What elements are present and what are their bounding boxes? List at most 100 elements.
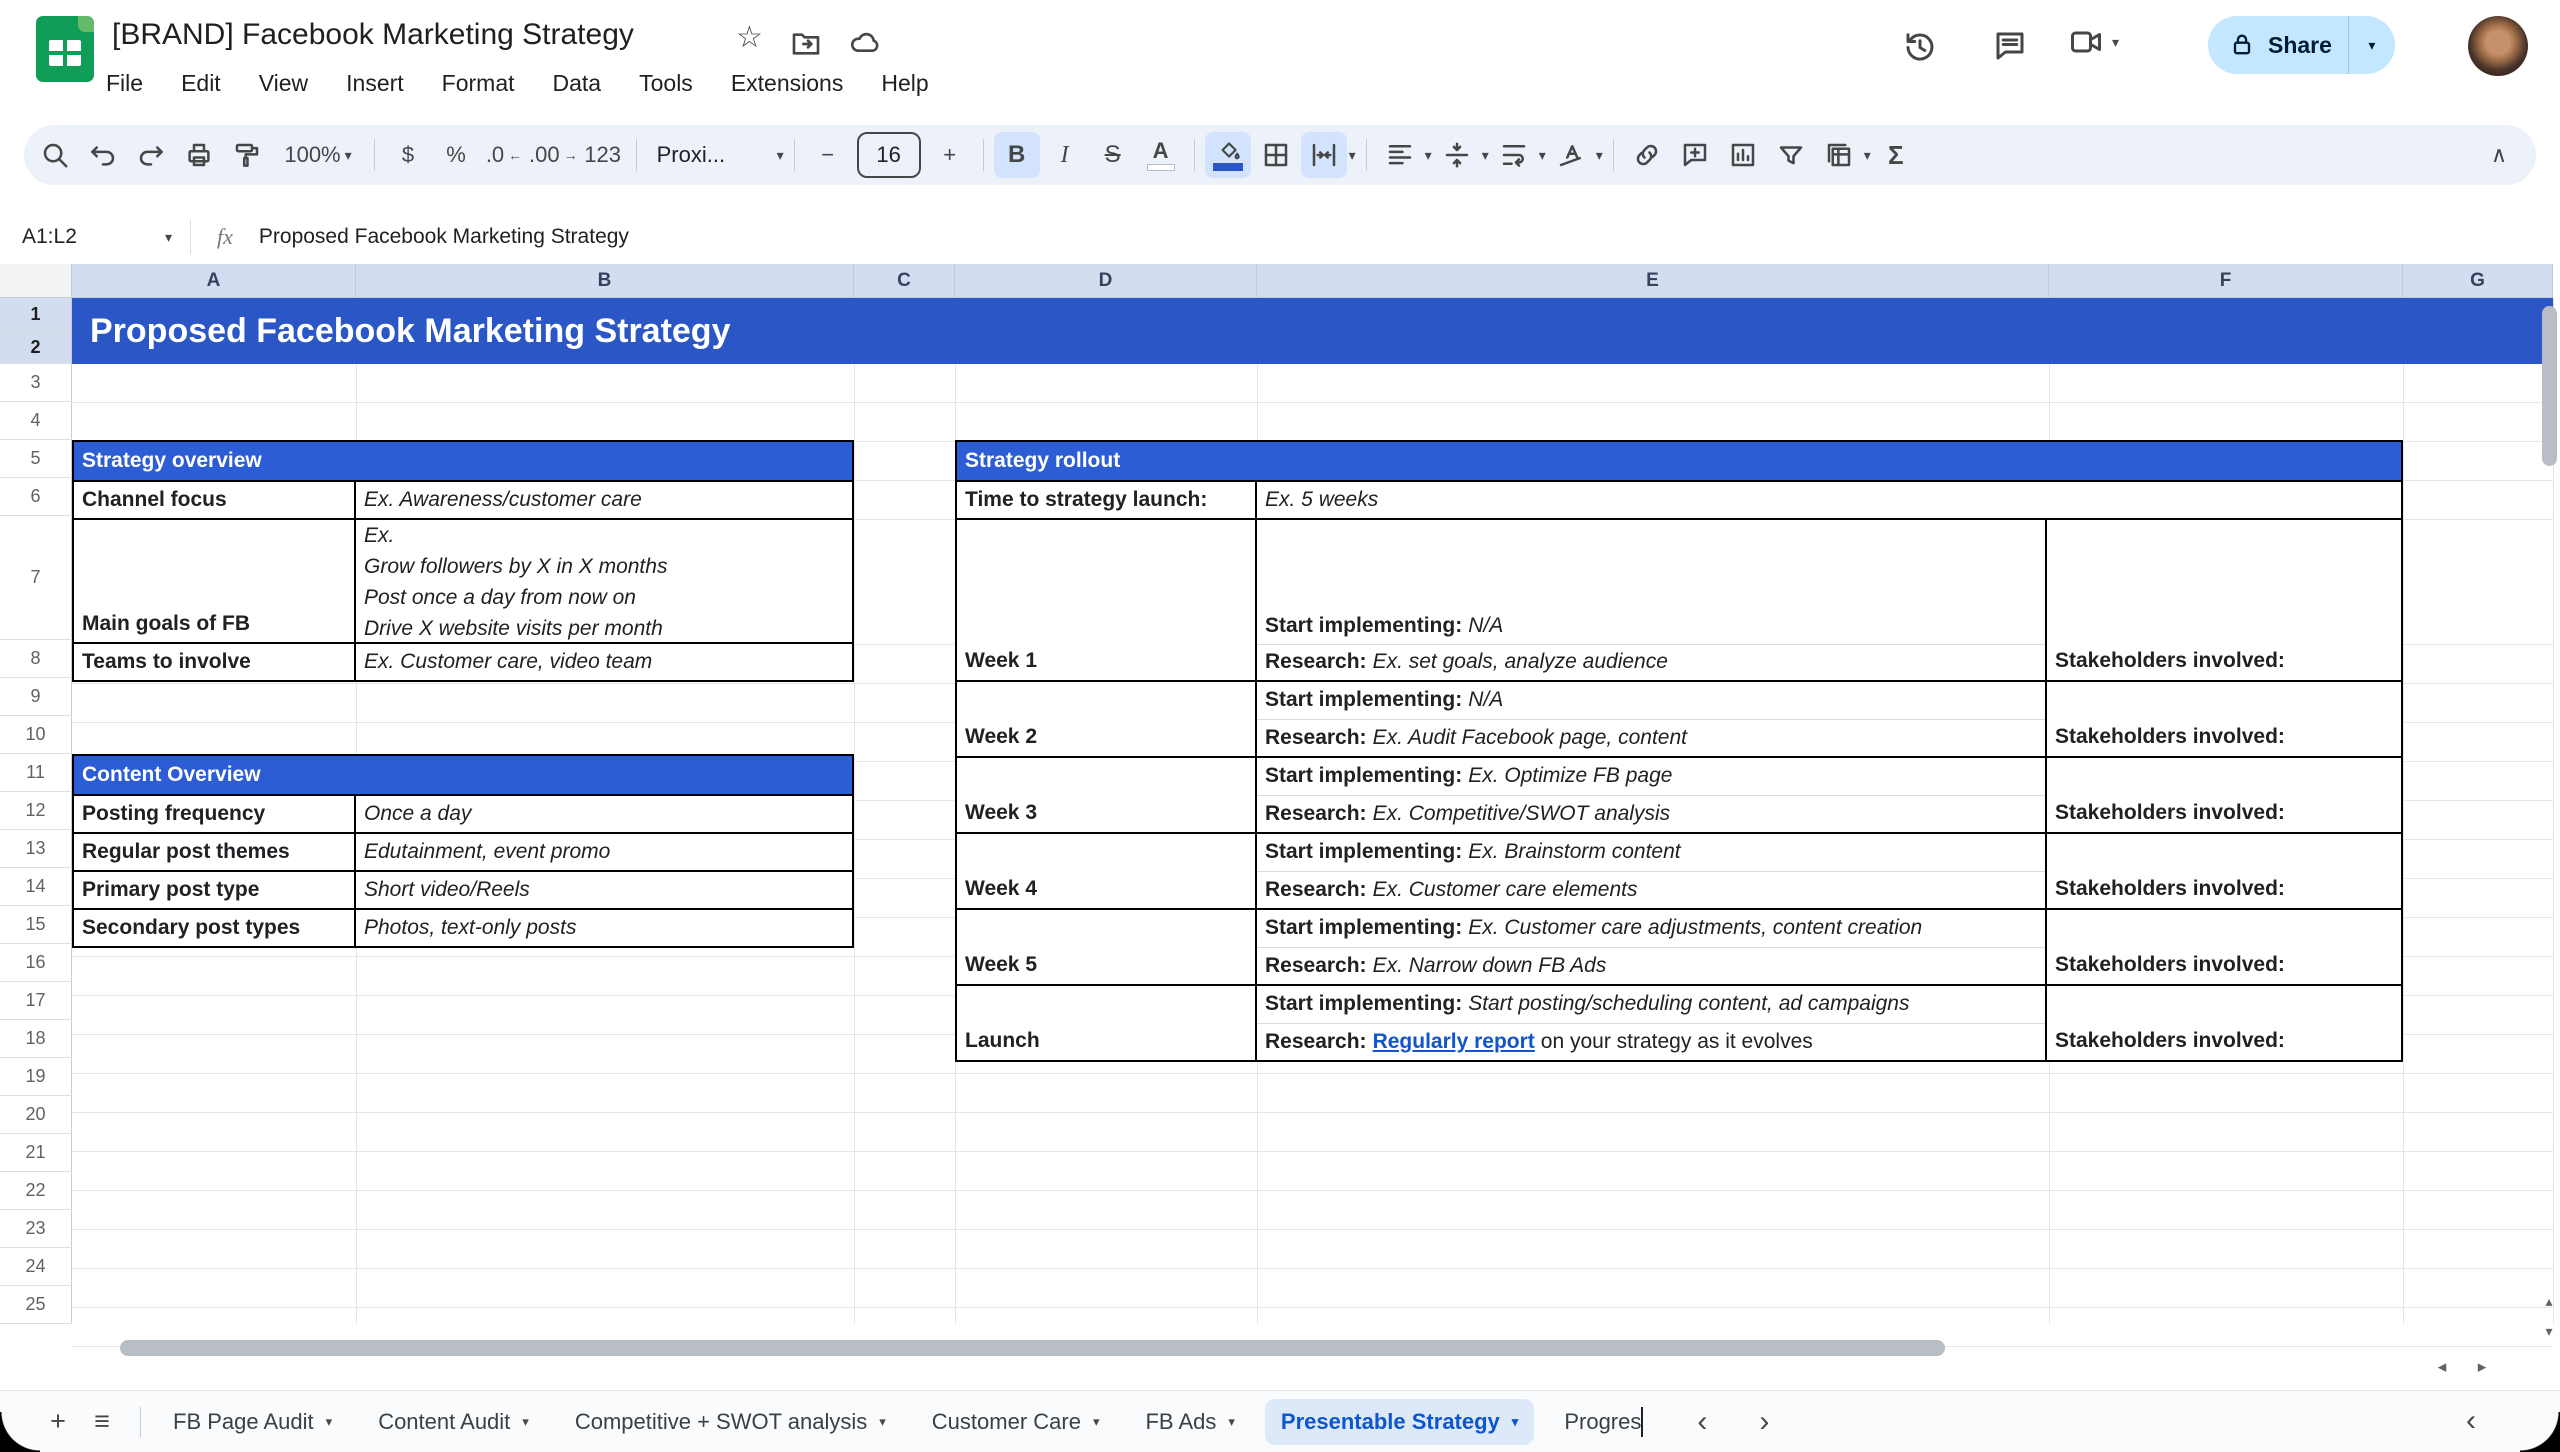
cell-main-goals-label[interactable]: Main goals of FB	[74, 520, 356, 642]
table-views-button[interactable]	[1816, 132, 1862, 178]
row-header[interactable]: 14	[0, 868, 72, 906]
row-header[interactable]: 2	[0, 331, 72, 364]
row-header[interactable]: 20	[0, 1096, 72, 1134]
column-header-f[interactable]: F	[2049, 264, 2403, 298]
scroll-up-button[interactable]: ▴	[2538, 1288, 2560, 1314]
row-header[interactable]: 11	[0, 754, 72, 792]
redo-button[interactable]	[128, 132, 174, 178]
increase-font-size-button[interactable]: +	[927, 132, 973, 178]
scroll-left-button[interactable]: ◂	[2424, 1352, 2460, 1382]
cell-week-label[interactable]: Week 1	[957, 520, 1257, 680]
increase-decimal-button[interactable]: .00→	[529, 132, 578, 178]
column-header-g[interactable]: G	[2403, 264, 2553, 298]
bold-button[interactable]: B	[994, 132, 1040, 178]
merge-cells-button[interactable]	[1301, 132, 1347, 178]
column-header-c[interactable]: C	[854, 264, 955, 298]
cell-channel-focus-value[interactable]: Ex. Awareness/customer care	[356, 482, 852, 518]
cell-channel-focus-label[interactable]: Channel focus	[74, 482, 356, 518]
insert-comment-button[interactable]	[1672, 132, 1718, 178]
row-header[interactable]: 12	[0, 792, 72, 830]
title-banner-cell[interactable]: Proposed Facebook Marketing Strategy	[72, 298, 2553, 364]
tabs-scroll-left-button[interactable]: ‹	[1697, 1405, 1707, 1439]
menu-extensions[interactable]: Extensions	[729, 66, 846, 101]
strategy-overview-header[interactable]: Strategy overview	[74, 442, 852, 480]
tab-progress[interactable]: Progres	[1548, 1399, 1641, 1445]
cell-primary-post-type-value[interactable]: Short video/Reels	[356, 872, 852, 908]
menu-file[interactable]: File	[104, 66, 145, 101]
tab-caret-icon[interactable]: ▾	[326, 1414, 333, 1430]
row-header[interactable]: 13	[0, 830, 72, 868]
name-box[interactable]: A1:L2 ▾	[0, 225, 172, 249]
cell-research[interactable]: Research:Ex. Narrow down FB Ads	[1257, 948, 2045, 985]
cell-research[interactable]: Research:Ex. Competitive/SWOT analysis	[1257, 796, 2045, 833]
star-icon[interactable]: ☆	[736, 20, 763, 55]
share-button[interactable]: Share	[2208, 16, 2348, 74]
move-folder-icon[interactable]	[790, 28, 822, 65]
tab-fb-page-audit[interactable]: FB Page Audit▾	[157, 1399, 348, 1445]
cell-research[interactable]: Research:Ex. Audit Facebook page, conten…	[1257, 720, 2045, 757]
cell-time-to-launch-value[interactable]: Ex. 5 weeks	[1257, 482, 2401, 518]
comments-button[interactable]	[1988, 24, 2032, 68]
tab-caret-icon[interactable]: ▾	[1228, 1414, 1235, 1430]
functions-button[interactable]: Σ	[1873, 132, 1919, 178]
zoom-select[interactable]: 100% ▾	[272, 132, 364, 178]
text-rotation-caret-icon[interactable]: ▾	[1596, 147, 1603, 164]
text-wrap-caret-icon[interactable]: ▾	[1539, 147, 1546, 164]
cell-primary-post-type-label[interactable]: Primary post type	[74, 872, 356, 908]
cell-stakeholders[interactable]: Stakeholders involved:	[2047, 682, 2401, 756]
cell-start-implementing[interactable]: Start implementing:Ex. Customer care adj…	[1257, 910, 2045, 948]
row-header[interactable]: 1	[0, 298, 72, 331]
cell-posting-frequency-label[interactable]: Posting frequency	[74, 796, 356, 832]
column-header-e[interactable]: E	[1257, 264, 2049, 298]
currency-format-button[interactable]: $	[385, 132, 431, 178]
cell-post-themes-label[interactable]: Regular post themes	[74, 834, 356, 870]
cell-research[interactable]: Research:Regularly reporton your strateg…	[1257, 1024, 2045, 1061]
cell-launch-label[interactable]: Launch	[957, 986, 1257, 1060]
row-header[interactable]: 9	[0, 678, 72, 716]
cell-stakeholders[interactable]: Stakeholders involved:	[2047, 520, 2401, 680]
menu-help[interactable]: Help	[879, 66, 930, 101]
cell-start-implementing[interactable]: Start implementing:N/A	[1257, 520, 2045, 645]
text-wrap-button[interactable]	[1491, 132, 1537, 178]
row-header[interactable]: 15	[0, 906, 72, 944]
side-panel-chevron-icon[interactable]: ‹	[2466, 1404, 2476, 1438]
formula-input[interactable]: Proposed Facebook Marketing Strategy	[259, 225, 629, 249]
cell-main-goals-value[interactable]: Ex. Grow followers by X in X months Post…	[356, 520, 852, 642]
merge-caret-icon[interactable]: ▾	[1349, 147, 1356, 164]
insert-link-button[interactable]	[1624, 132, 1670, 178]
scroll-down-button[interactable]: ▾	[2538, 1318, 2560, 1344]
select-all-corner[interactable]	[0, 264, 72, 298]
tabs-scroll-right-button[interactable]: ›	[1759, 1405, 1769, 1439]
cell-secondary-post-types-value[interactable]: Photos, text-only posts	[356, 910, 852, 946]
print-button[interactable]	[176, 132, 222, 178]
column-header-b[interactable]: B	[356, 264, 854, 298]
vertical-align-caret-icon[interactable]: ▾	[1482, 147, 1489, 164]
borders-button[interactable]	[1253, 132, 1299, 178]
account-avatar[interactable]	[2468, 16, 2528, 76]
tab-presentable-strategy[interactable]: Presentable Strategy▾	[1265, 1399, 1534, 1445]
row-header[interactable]: 8	[0, 640, 72, 678]
collapse-toolbar-button[interactable]: ∧	[2476, 132, 2522, 178]
row-header[interactable]: 24	[0, 1248, 72, 1286]
fill-color-button[interactable]	[1205, 132, 1251, 178]
menu-insert[interactable]: Insert	[344, 66, 406, 101]
cell-start-implementing[interactable]: Start implementing:Start posting/schedul…	[1257, 986, 2045, 1024]
row-header[interactable]: 18	[0, 1020, 72, 1058]
row-header[interactable]: 4	[0, 402, 72, 440]
decrease-font-size-button[interactable]: −	[805, 132, 851, 178]
cell-post-themes-value[interactable]: Edutainment, event promo	[356, 834, 852, 870]
menu-data[interactable]: Data	[551, 66, 604, 101]
row-header[interactable]: 19	[0, 1058, 72, 1096]
scroll-right-button[interactable]: ▸	[2464, 1352, 2500, 1382]
cell-week-label[interactable]: Week 2	[957, 682, 1257, 756]
cell-research[interactable]: Research:Ex. Customer care elements	[1257, 872, 2045, 909]
regularly-report-link[interactable]: Regularly report	[1373, 1030, 1535, 1054]
undo-button[interactable]	[80, 132, 126, 178]
tab-caret-icon[interactable]: ▾	[1512, 1414, 1519, 1430]
row-header[interactable]: 5	[0, 440, 72, 478]
horizontal-scrollbar[interactable]	[120, 1340, 1945, 1356]
cell-posting-frequency-value[interactable]: Once a day	[356, 796, 852, 832]
search-menus-button[interactable]	[32, 132, 78, 178]
cell-time-to-launch-label[interactable]: Time to strategy launch:	[957, 482, 1257, 518]
decrease-decimal-button[interactable]: .0←	[481, 132, 527, 178]
